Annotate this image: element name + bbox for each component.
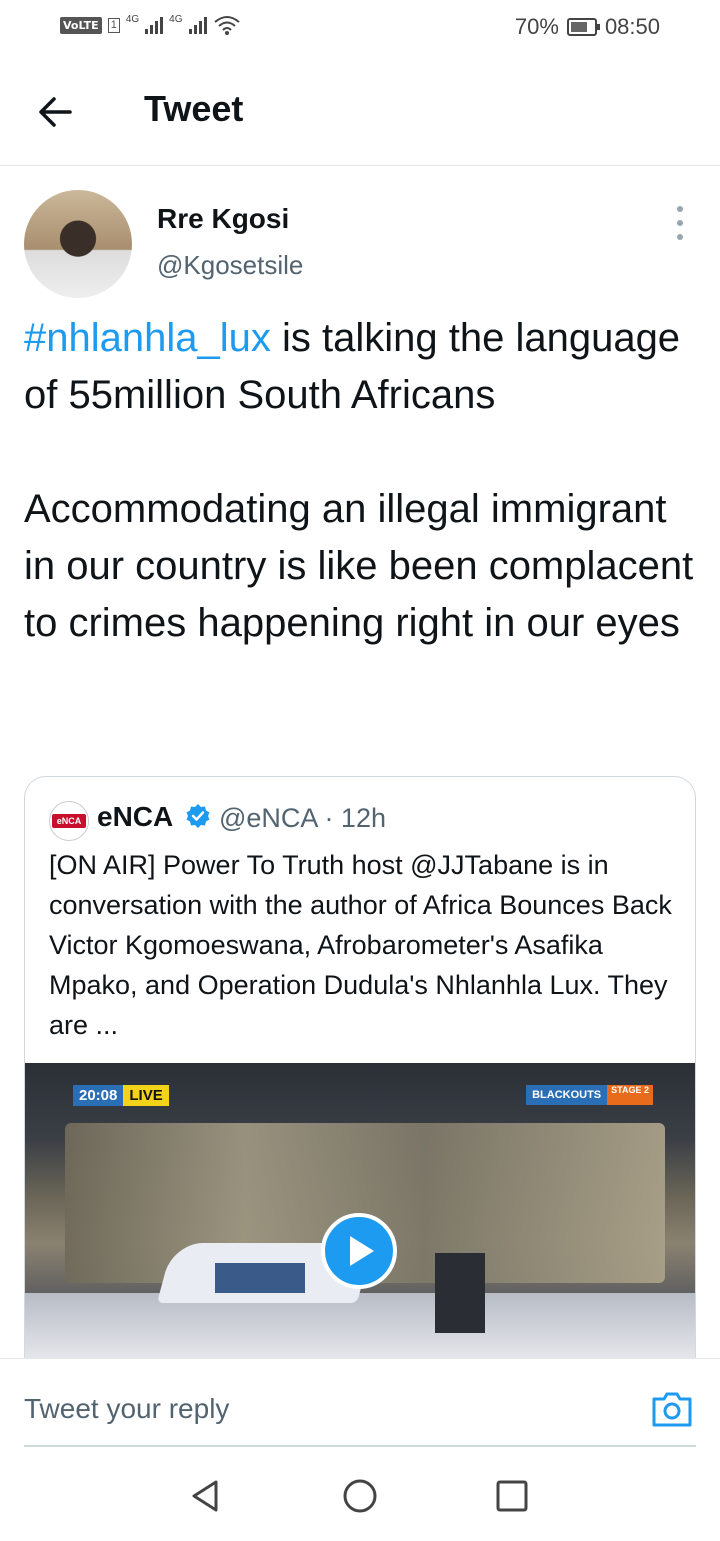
segment-label: BLACKOUTS [526,1085,608,1105]
tweet-body: is talking the language of 55million Sou… [24,316,694,645]
back-arrow-icon[interactable] [34,90,78,134]
battery-percent: 70% [514,14,559,39]
live-badge: 20:08 LIVE [73,1085,169,1106]
more-options-icon[interactable] [668,206,692,240]
verified-badge-icon [186,804,210,828]
studio-floor [25,1293,695,1363]
tweet-text: #nhlanhla_lux is talking the language of… [24,310,694,652]
play-icon[interactable] [321,1213,397,1289]
live-time: 20:08 [73,1085,124,1106]
signal-icon [145,16,164,34]
battery-icon [566,18,600,36]
status-left: VoLTE 1 4G 4G [60,14,241,36]
desk-panel [215,1263,305,1293]
quoted-tweet-text: [ON AIR] Power To Truth host @JJTabane i… [49,850,672,1040]
nav-back-icon[interactable] [188,1478,224,1514]
video-thumbnail[interactable]: 20:08 LIVE BLACKOUTS STAGE 2 [25,1063,695,1363]
author-handle[interactable]: @Kgosetsile [157,250,303,281]
wifi-icon [213,16,240,35]
author-name[interactable]: Rre Kgosi [157,203,289,235]
quoted-author-name[interactable]: eNCA [97,801,173,833]
stage-label: STAGE 2 [607,1085,653,1105]
volte-indicator: VoLTE [60,16,102,34]
live-label: LIVE [123,1085,169,1106]
quoted-author-handle-time: @eNCA · 12h [219,803,386,833]
quoted-author-avatar[interactable]: eNCA [49,801,89,841]
hashtag-link[interactable]: #nhlanhla_lux [24,316,271,360]
network-type-1: 4G [125,13,140,25]
author-avatar[interactable] [24,190,132,298]
app-header: Tweet [0,56,720,166]
status-right: 70% 08:50 [515,14,660,40]
page-title: Tweet [144,88,244,129]
segment-banner: BLACKOUTS STAGE 2 [526,1085,653,1105]
camera-icon[interactable] [650,1389,694,1429]
reply-input[interactable]: Tweet your reply [24,1393,229,1425]
enca-logo: eNCA [52,814,86,828]
reply-bar: Tweet your reply [0,1358,720,1448]
studio-podium [435,1253,485,1333]
quoted-tweet-card[interactable]: eNCA eNCA @eNCA · 12h [ON AIR] Power To … [24,776,696,1416]
sim-indicator: 1 [107,17,120,33]
signal-icon [188,16,207,34]
nav-home-icon[interactable] [342,1478,378,1514]
nav-recents-icon[interactable] [494,1478,530,1514]
clock: 08:50 [604,14,660,39]
reply-divider [24,1445,696,1447]
status-bar: VoLTE 1 4G 4G 70% 08:50 [0,0,720,56]
system-nav-bar [0,1448,720,1541]
network-type-2: 4G [169,13,183,25]
